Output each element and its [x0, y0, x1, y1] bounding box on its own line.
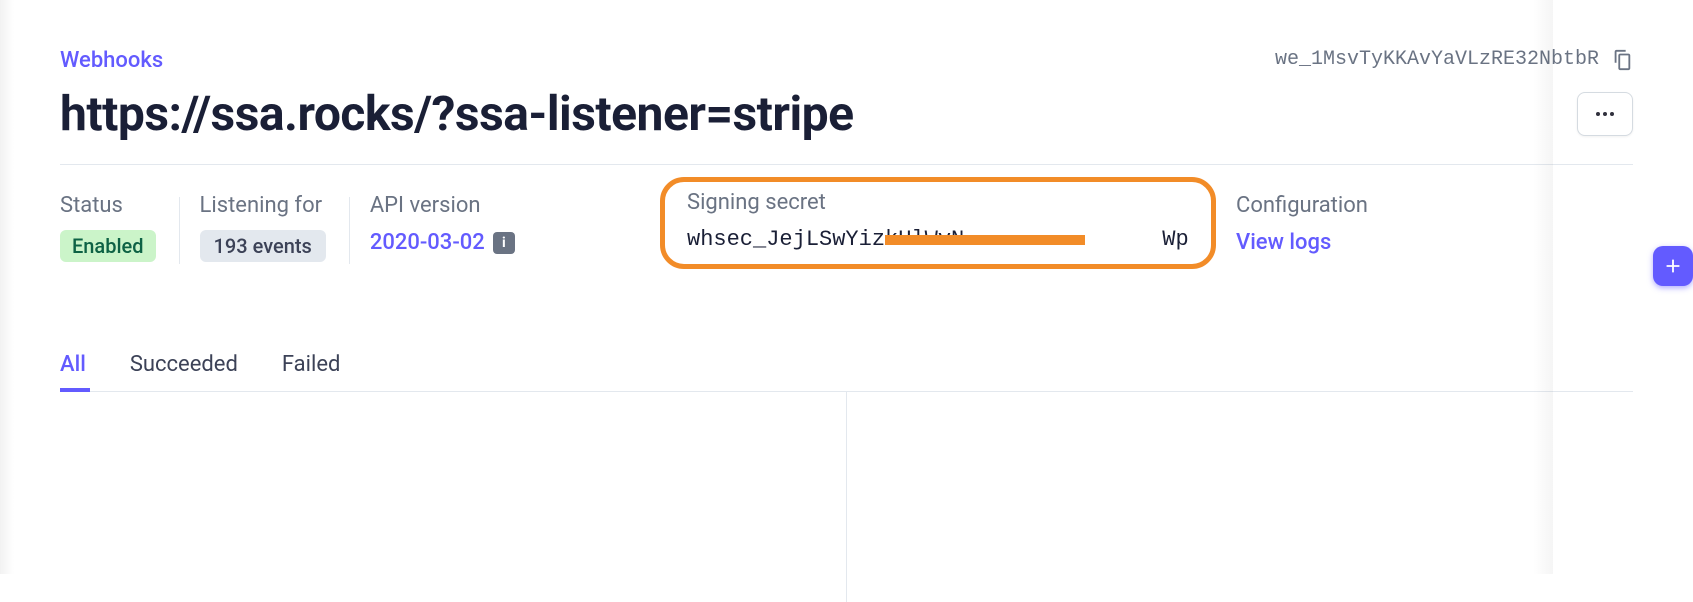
content-left	[60, 392, 847, 602]
page-title: https://ssa.rocks/?ssa-listener=stripe	[60, 85, 854, 142]
configuration-cell: Configuration View logs	[1236, 193, 1368, 255]
listening-label: Listening for	[200, 193, 326, 218]
tabs: All Succeeded Failed	[60, 352, 1633, 392]
redaction-bar	[885, 235, 1085, 245]
configuration-label: Configuration	[1236, 193, 1368, 218]
content-area	[60, 392, 1633, 602]
content-right	[847, 392, 1633, 602]
status-badge: Enabled	[60, 230, 156, 262]
api-version-cell: API version 2020-03-02 i	[370, 193, 559, 255]
plus-icon	[1662, 255, 1684, 277]
info-row: Status Enabled Listening for 193 events …	[60, 165, 1633, 262]
tab-all[interactable]: All	[60, 352, 86, 391]
signing-secret-highlight: Signing secret whsec_JejLSwYizkUlWvNXXXX…	[660, 177, 1216, 269]
signing-secret-value[interactable]: whsec_JejLSwYizkUlWvNXXXXXXXXXXXXXXXWp	[687, 227, 1189, 252]
tab-succeeded[interactable]: Succeeded	[130, 352, 238, 391]
ellipsis-icon	[1593, 102, 1617, 126]
api-version-value: 2020-03-02	[370, 230, 485, 255]
api-version-link[interactable]: 2020-03-02 i	[370, 230, 515, 255]
api-version-label: API version	[370, 193, 515, 218]
tab-failed[interactable]: Failed	[282, 352, 341, 391]
status-cell: Status Enabled	[60, 193, 200, 262]
more-button[interactable]	[1577, 92, 1633, 136]
signing-secret-post: Wp	[1162, 227, 1188, 252]
endpoint-id: we_1MsvTyKKAvYaVLzRE32NbtbR	[1275, 48, 1599, 71]
info-icon[interactable]: i	[493, 232, 515, 254]
floating-add-button[interactable]	[1653, 246, 1693, 286]
events-badge[interactable]: 193 events	[200, 230, 326, 262]
signing-secret-label: Signing secret	[687, 190, 1189, 215]
listening-cell: Listening for 193 events	[200, 193, 370, 262]
breadcrumb-webhooks[interactable]: Webhooks	[60, 48, 163, 73]
status-label: Status	[60, 193, 156, 218]
copy-icon[interactable]	[1611, 49, 1633, 71]
view-logs-link[interactable]: View logs	[1236, 230, 1331, 255]
